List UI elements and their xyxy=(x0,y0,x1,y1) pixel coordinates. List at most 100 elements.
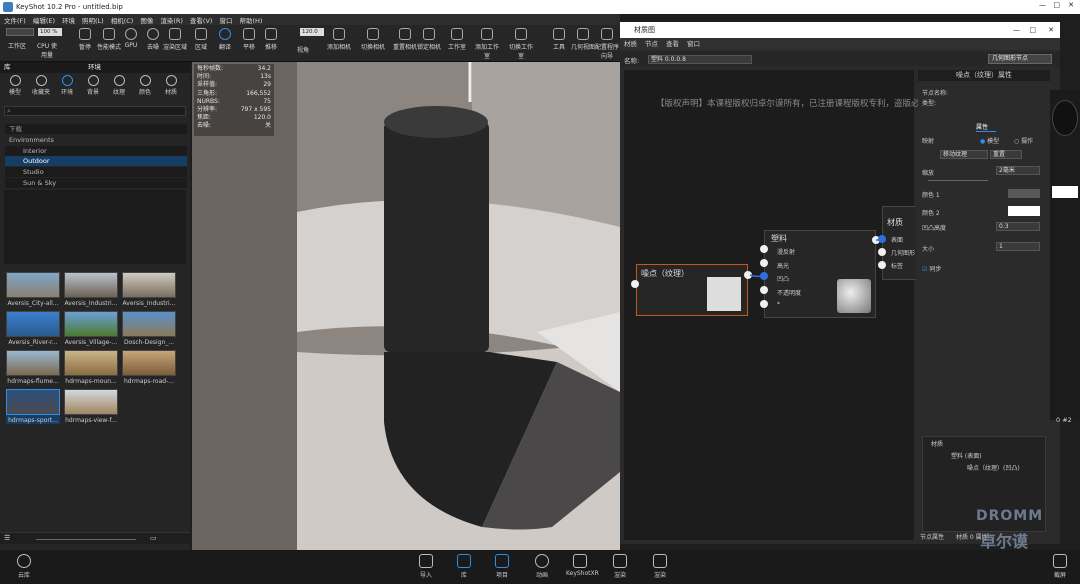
close-icon[interactable]: ✕ xyxy=(1068,1,1074,9)
menu-file[interactable]: 文件(F) xyxy=(4,15,26,25)
studio-button[interactable]: 工作室 xyxy=(444,28,470,51)
area-button[interactable]: 区域 xyxy=(188,28,214,51)
dolly-button[interactable]: 推移 xyxy=(258,28,284,51)
mapping-option-other[interactable]: ○ 摄作 xyxy=(1014,136,1046,145)
add-studio-button[interactable]: 添加工作室 xyxy=(474,28,500,60)
tree-item-plastic[interactable]: 塑料 (表面) xyxy=(951,451,1075,460)
animation-button[interactable]: 动画 xyxy=(528,554,556,579)
geometry-node-button[interactable]: 几何图形节点 xyxy=(988,54,1052,64)
render-button[interactable]: 渲染 xyxy=(606,554,634,579)
env-thumb[interactable]: Aversis_Village-... xyxy=(64,311,118,346)
capture-button[interactable]: 截屏 xyxy=(1046,554,1074,579)
surface-port[interactable] xyxy=(878,235,886,243)
bump-field[interactable]: 0.3 xyxy=(996,222,1040,231)
tree-environments[interactable]: Environments xyxy=(5,135,187,145)
menu-edit[interactable]: 编辑(E) xyxy=(33,15,55,25)
sync-checkbox[interactable]: ☑ 同步 xyxy=(922,264,1046,273)
menu-material[interactable]: 材质 xyxy=(624,38,637,50)
reset-camera-button[interactable]: 重置相机 xyxy=(392,28,418,51)
subtab-materials[interactable]: 材质 xyxy=(160,75,182,96)
grid-view-icon[interactable]: ☰ xyxy=(4,534,10,542)
switch-studio-button[interactable]: 切换工作室 xyxy=(508,28,534,60)
env-thumb[interactable]: Aversis_Industri... xyxy=(64,272,118,307)
tab-properties[interactable]: 属性 xyxy=(976,122,996,132)
tree-studio[interactable]: Studio xyxy=(5,167,187,177)
color1-swatch[interactable] xyxy=(1008,189,1040,198)
size-field[interactable]: 1 xyxy=(996,242,1040,251)
menu-node[interactable]: 节点 xyxy=(645,38,658,50)
env-thumb[interactable]: hdrmaps-road-... xyxy=(122,350,176,385)
tab-library[interactable]: 库 xyxy=(4,62,11,73)
extra-port[interactable] xyxy=(760,300,768,308)
cloud-library-button[interactable]: 云库 xyxy=(10,554,38,579)
zoom-field[interactable]: 100 % xyxy=(38,28,62,36)
pause-button[interactable]: 暂停 xyxy=(72,28,98,51)
env-thumb-selected[interactable]: hdrmaps-sport... xyxy=(6,389,60,424)
library-search-input[interactable]: ⌕ xyxy=(4,106,186,116)
subtab-colors[interactable]: 颜色 xyxy=(134,75,156,96)
subtab-backgrounds[interactable]: 背景 xyxy=(82,75,104,96)
workspace-select[interactable] xyxy=(6,28,34,36)
env-thumb[interactable]: Aversis_Industri... xyxy=(122,272,176,307)
tree-item-material[interactable]: 材质 xyxy=(931,439,1055,448)
maximize-icon[interactable]: □ xyxy=(1053,1,1060,9)
workspace-button[interactable]: 工作区 xyxy=(4,41,30,50)
menu-help[interactable]: 帮助(H) xyxy=(239,15,262,25)
menu-environment[interactable]: 环境 xyxy=(62,15,75,25)
subtab-textures[interactable]: 纹理 xyxy=(108,75,130,96)
import-button[interactable]: 导入 xyxy=(412,554,440,579)
switch-camera-button[interactable]: 切换相机 xyxy=(360,28,386,51)
menu-lighting[interactable]: 照明(L) xyxy=(82,15,104,25)
region-button[interactable]: 渲染区域 xyxy=(162,28,188,51)
minimize-icon[interactable]: — xyxy=(1013,22,1020,38)
scale-field[interactable]: 2毫米 xyxy=(996,166,1040,175)
tools-button[interactable]: 工具 xyxy=(546,28,572,51)
subtab-environments[interactable]: 环境 xyxy=(56,75,78,96)
env-thumb[interactable]: hdrmaps-view-f... xyxy=(64,389,118,424)
keyshotxr-button[interactable]: KeyShotXR xyxy=(566,554,599,577)
color-swatch[interactable] xyxy=(1052,186,1078,198)
folder-icon[interactable]: ▭ xyxy=(150,534,157,542)
wizard-button[interactable]: 配置程序向导 xyxy=(594,28,620,60)
mapping-option-model[interactable]: ● 模型 xyxy=(980,136,1014,145)
material-name-field[interactable]: 塑料 0.0.0.8 xyxy=(648,55,752,64)
thumb-size-slider[interactable] xyxy=(36,539,136,540)
translate-button[interactable]: 翻译 xyxy=(212,28,238,51)
perspective-button[interactable]: 视角 xyxy=(290,45,316,54)
env-thumb[interactable]: hdrmaps-flume... xyxy=(6,350,60,385)
env-thumb[interactable]: hdrmaps-moun... xyxy=(64,350,118,385)
cpu-button[interactable]: CPU 使用量 xyxy=(34,41,60,59)
maximize-icon[interactable]: □ xyxy=(1029,22,1036,38)
tree-interior[interactable]: Interior xyxy=(5,146,187,156)
tree-header[interactable]: 下载 xyxy=(5,124,187,134)
project-button[interactable]: 项目 xyxy=(488,554,516,579)
menu-window[interactable]: 窗口 xyxy=(687,38,700,50)
reset-button[interactable]: 重置 xyxy=(990,150,1022,159)
env-thumb[interactable]: Dosch-Design_... xyxy=(122,311,176,346)
library-button[interactable]: 库 xyxy=(450,554,478,579)
move-texture-button[interactable]: 移动纹理 xyxy=(940,150,988,159)
menu-render[interactable]: 渲染(R) xyxy=(160,15,183,25)
scale-slider[interactable] xyxy=(928,180,988,181)
menu-view[interactable]: 查看 xyxy=(666,38,679,50)
minimize-icon[interactable]: — xyxy=(1039,1,1046,9)
screenshot-button[interactable]: 渲染 xyxy=(646,554,674,579)
env-thumb[interactable]: Aversis_River-r... xyxy=(6,311,60,346)
env-thumb[interactable]: Aversis_City-all... xyxy=(6,272,60,307)
menu-image[interactable]: 图像 xyxy=(140,15,153,25)
subtab-favorites[interactable]: 收藏夹 xyxy=(30,75,52,96)
tab-environment[interactable]: 环境 xyxy=(88,62,101,73)
menu-view[interactable]: 查看(V) xyxy=(190,15,213,25)
output-node[interactable]: 材质 表面 几何图形 标签 xyxy=(882,206,916,280)
menu-camera[interactable]: 相机(C) xyxy=(111,15,134,25)
add-camera-button[interactable]: 添加相机 xyxy=(326,28,352,51)
geometry-port[interactable] xyxy=(878,248,886,256)
fov-field[interactable]: 120.0 xyxy=(300,28,324,36)
menu-window[interactable]: 窗口 xyxy=(219,15,232,25)
geometry-button[interactable]: 几何视图 xyxy=(570,28,596,51)
lock-camera-button[interactable]: 锁定相机 xyxy=(416,28,442,51)
tree-item-noise[interactable]: 噪点（纹理）(凹凸) xyxy=(967,463,1080,472)
label-port[interactable] xyxy=(878,261,886,269)
close-icon[interactable]: ✕ xyxy=(1048,22,1054,38)
subtab-models[interactable]: 模型 xyxy=(4,75,26,96)
